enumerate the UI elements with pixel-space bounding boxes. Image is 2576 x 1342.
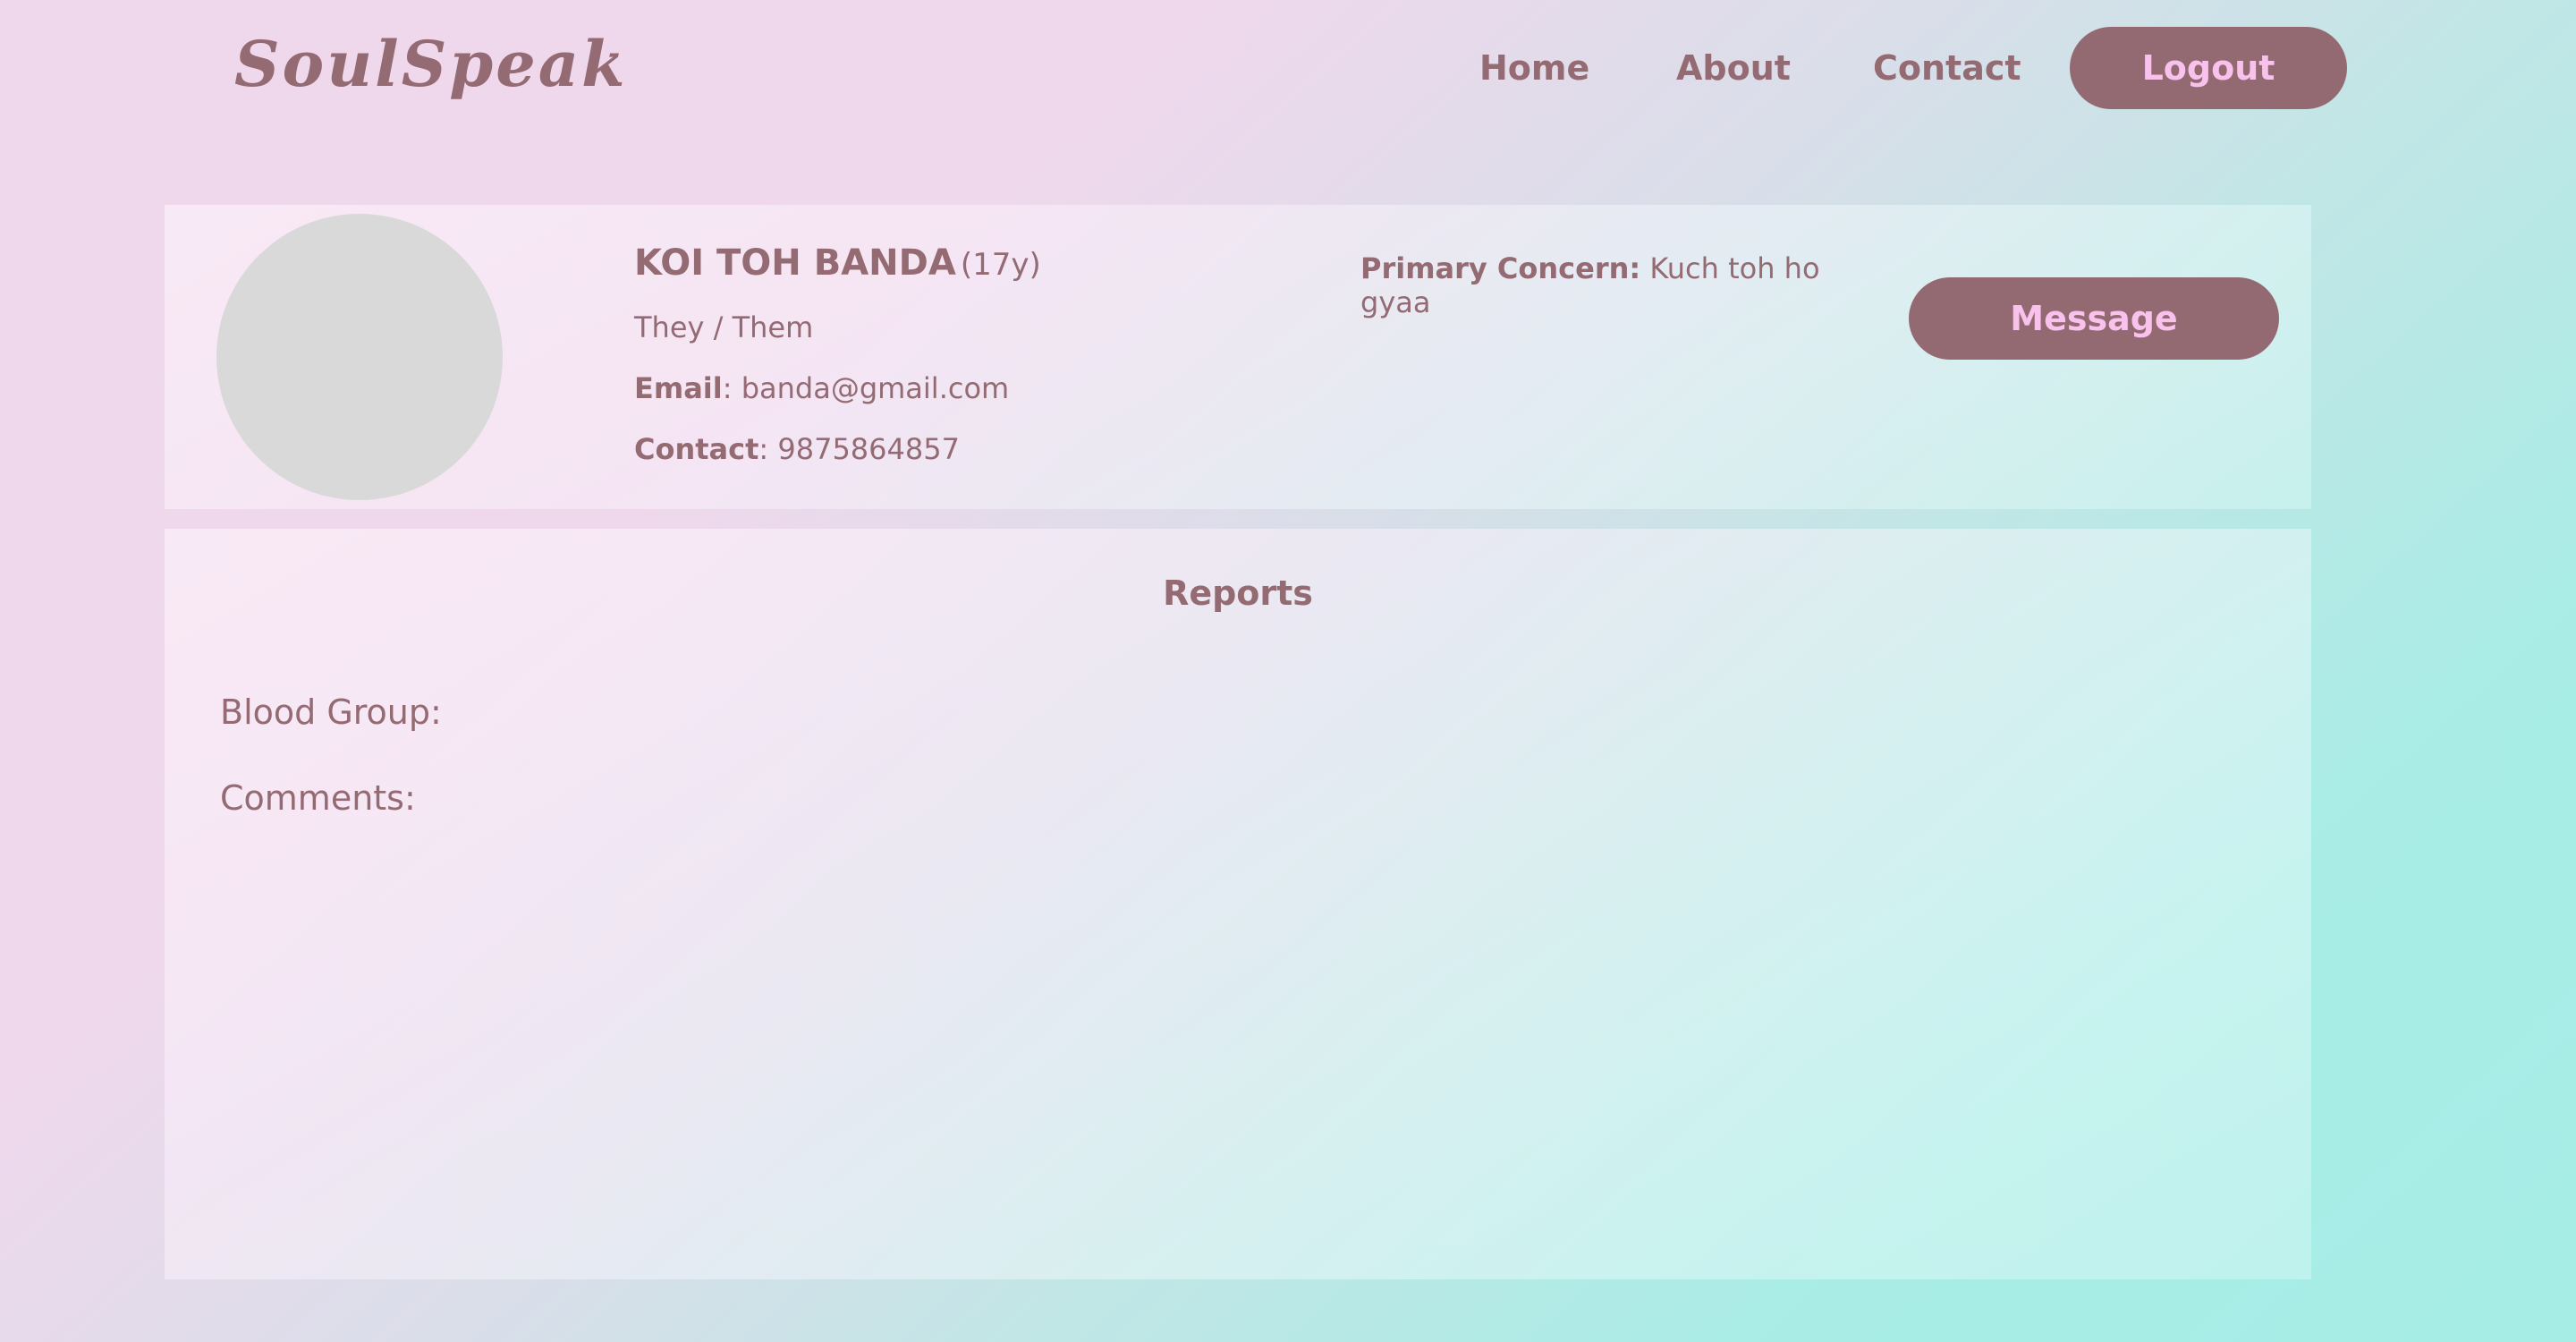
- reports-panel: Reports Blood Group: Comments:: [165, 529, 2311, 1279]
- blood-group-label: Blood Group:: [220, 692, 442, 732]
- patient-age: (17y): [960, 247, 1041, 283]
- logout-button[interactable]: Logout: [2070, 27, 2347, 109]
- name-line: KOI TOH BANDA (17y): [634, 242, 1041, 284]
- email-info: Email: banda@gmail.com: [634, 371, 1009, 405]
- primary-concern: Primary Concern: Kuch toh ho gyaa: [1360, 251, 1826, 319]
- profile-card: KOI TOH BANDA (17y) They / Them Email: b…: [165, 205, 2311, 509]
- avatar: [216, 214, 503, 500]
- email-label: Email: [634, 371, 723, 405]
- nav-contact-link[interactable]: Contact: [1873, 27, 2021, 109]
- reports-title: Reports: [1163, 573, 1313, 613]
- contact-label: Contact: [634, 432, 759, 466]
- contact-info: Contact: 9875864857: [634, 432, 960, 466]
- comments-label: Comments:: [220, 778, 416, 818]
- patient-name: KOI TOH BANDA: [634, 242, 956, 284]
- logo[interactable]: SoulSpeak: [234, 27, 628, 101]
- nav-home-link[interactable]: Home: [1479, 27, 1589, 109]
- primary-concern-label: Primary Concern:: [1360, 251, 1641, 285]
- message-button[interactable]: Message: [1909, 277, 2279, 360]
- pronouns: They / Them: [634, 310, 814, 344]
- contact-value: : 9875864857: [758, 432, 960, 466]
- email-value: : banda@gmail.com: [722, 371, 1010, 405]
- nav-about-link[interactable]: About: [1676, 27, 1791, 109]
